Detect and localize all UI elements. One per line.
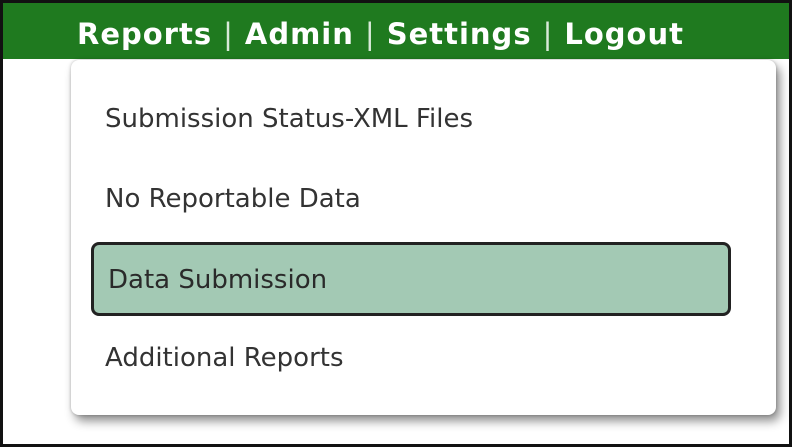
nav-links: Reports | Admin | Settings | Logout xyxy=(77,17,684,51)
menu-item-no-reportable-data[interactable]: No Reportable Data xyxy=(105,177,361,221)
reports-dropdown-menu: Submission Status-XML Files No Reportabl… xyxy=(71,60,776,415)
nav-separator: | xyxy=(223,17,234,51)
nav-separator: | xyxy=(542,17,554,51)
menu-item-submission-status-xml-files[interactable]: Submission Status-XML Files xyxy=(105,97,473,141)
nav-link-logout[interactable]: Logout xyxy=(564,17,684,51)
menu-item-additional-reports[interactable]: Additional Reports xyxy=(105,336,344,380)
menu-item-data-submission[interactable]: Data Submission xyxy=(91,242,731,316)
nav-link-admin[interactable]: Admin xyxy=(245,17,354,51)
top-nav-bar: Reports | Admin | Settings | Logout xyxy=(3,3,789,59)
nav-link-settings[interactable]: Settings xyxy=(387,17,532,51)
nav-link-reports[interactable]: Reports xyxy=(77,17,212,51)
app-frame: Reports | Admin | Settings | Logout Subm… xyxy=(0,0,792,447)
nav-separator: | xyxy=(364,17,376,51)
